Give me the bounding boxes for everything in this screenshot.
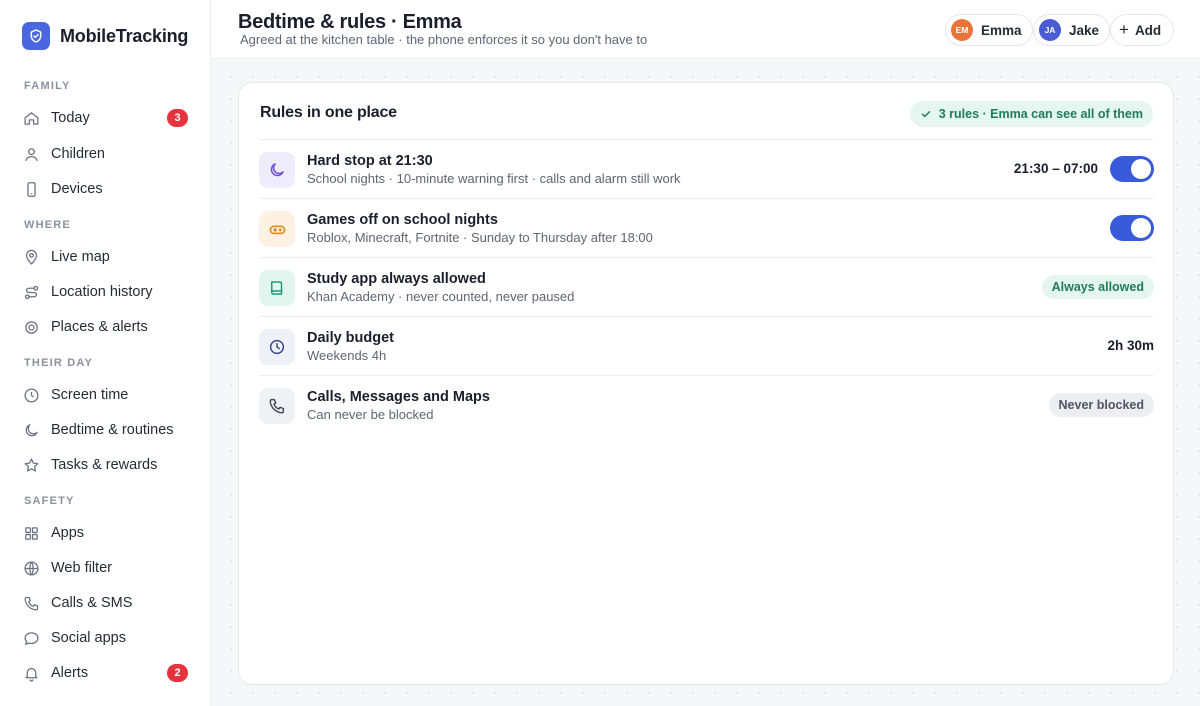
rule-budget-value: 2h 30m xyxy=(1107,338,1154,353)
sidebar-item-label: Live map xyxy=(51,249,110,265)
rule-title: Calls, Messages and Maps xyxy=(307,389,490,405)
nav-section-family: FAMILY xyxy=(24,80,71,92)
sidebar-item-today[interactable]: Today 3 xyxy=(22,103,192,133)
rules-card: Rules in one place 3 rules · Emma can se… xyxy=(238,82,1174,685)
sidebar-item-location-history[interactable]: Location history xyxy=(22,277,192,307)
target-icon xyxy=(22,318,40,336)
rule-row-games-off: Games off on school nights Roblox, Minec… xyxy=(259,198,1154,257)
sidebar: MobileTracking FAMILY Today 3 Children D… xyxy=(0,0,211,706)
sidebar-item-label: Places & alerts xyxy=(51,319,148,335)
rule-row-calls-messages-maps: Calls, Messages and Maps Can never be bl… xyxy=(259,375,1154,434)
status-badge: Never blocked xyxy=(1048,393,1154,417)
alerts-badge: 2 xyxy=(167,664,188,682)
sidebar-item-tasks-rewards[interactable]: Tasks & rewards xyxy=(22,450,192,480)
status-badge: Always allowed xyxy=(1041,275,1154,299)
sidebar-item-bedtime-routines[interactable]: Bedtime & routines xyxy=(22,415,192,445)
brand-name: MobileTracking xyxy=(60,25,189,46)
sidebar-item-label: Web filter xyxy=(51,560,112,576)
rule-description: Khan Academy · never counted, never paus… xyxy=(307,289,575,304)
rule-time-range: 21:30 – 07:00 xyxy=(1013,161,1098,176)
toggle-knob xyxy=(1131,218,1151,238)
summary-text: 3 rules · Emma can see all of them xyxy=(938,107,1143,121)
sidebar-item-label: Tasks & rewards xyxy=(51,457,158,473)
sidebar-item-label: Bedtime & routines xyxy=(51,422,174,438)
grid-icon xyxy=(22,524,40,542)
rule-row-daily-budget: Daily budget Weekends 4h 2h 30m xyxy=(259,316,1154,375)
sidebar-item-social-apps[interactable]: Social apps xyxy=(22,623,192,653)
top-bar: Bedtime & rules · Emma Agreed at the kit… xyxy=(211,0,1200,59)
rule-description: Weekends 4h xyxy=(307,348,387,363)
sidebar-item-label: Children xyxy=(51,146,105,162)
rule-row-study-app: Study app always allowed Khan Academy · … xyxy=(259,257,1154,316)
sidebar-item-label: Screen time xyxy=(51,387,129,403)
avatar: JA xyxy=(1039,19,1061,41)
plus-icon: + xyxy=(1119,20,1129,39)
sidebar-item-label: Alerts xyxy=(51,665,89,681)
child-chip-emma[interactable]: EM Emma xyxy=(945,14,1033,46)
rule-title: Hard stop at 21:30 xyxy=(307,153,433,169)
sidebar-item-alerts[interactable]: Alerts 2 xyxy=(22,658,192,688)
star-icon xyxy=(22,456,40,474)
rules-summary-badge: 3 rules · Emma can see all of them xyxy=(909,101,1153,127)
rule-title: Daily budget xyxy=(307,330,395,346)
toggle-knob xyxy=(1131,159,1151,179)
rule-description: Can never be blocked xyxy=(307,407,434,422)
sidebar-item-label: Today xyxy=(51,110,90,126)
page-title: Bedtime & rules · Emma xyxy=(238,11,462,33)
sidebar-item-children[interactable]: Children xyxy=(22,139,192,169)
sidebar-item-live-map[interactable]: Live map xyxy=(22,242,192,272)
rule-description: School nights · 10-minute warning first … xyxy=(307,171,681,186)
nav-section-their-day: THEIR DAY xyxy=(24,357,94,369)
avatar: EM xyxy=(951,19,973,41)
person-icon xyxy=(22,145,40,163)
rule-toggle[interactable] xyxy=(1110,156,1154,182)
phone-icon xyxy=(259,388,295,424)
sidebar-item-apps[interactable]: Apps xyxy=(22,518,192,548)
sidebar-item-label: Apps xyxy=(51,525,85,541)
brand[interactable]: MobileTracking xyxy=(22,22,188,50)
nav-section-where: WHERE xyxy=(24,219,71,231)
phone-call-icon xyxy=(22,594,40,612)
rule-title: Games off on school nights xyxy=(307,212,498,228)
today-badge: 3 xyxy=(167,109,188,127)
route-icon xyxy=(22,283,40,301)
sidebar-item-label: Social apps xyxy=(51,630,126,646)
sidebar-item-places-alerts[interactable]: Places & alerts xyxy=(22,312,192,342)
moon-icon xyxy=(259,152,295,188)
home-icon xyxy=(22,109,40,127)
map-pin-icon xyxy=(22,248,40,266)
shield-logo-icon xyxy=(22,22,50,50)
sidebar-item-label: Calls & SMS xyxy=(51,595,133,611)
moon-icon xyxy=(22,421,40,439)
rule-description: Roblox, Minecraft, Fortnite · Sunday to … xyxy=(307,230,653,245)
sidebar-item-screen-time[interactable]: Screen time xyxy=(22,380,192,410)
rule-title: Study app always allowed xyxy=(307,271,486,287)
page-subtitle: Agreed at the kitchen table · the phone … xyxy=(240,32,648,47)
child-chip-jake[interactable]: JA Jake xyxy=(1033,14,1111,46)
globe-icon xyxy=(22,559,40,577)
phone-icon xyxy=(22,180,40,198)
card-title: Rules in one place xyxy=(260,104,397,121)
clock-icon xyxy=(259,329,295,365)
sidebar-item-calls-sms[interactable]: Calls & SMS xyxy=(22,588,192,618)
rule-row-hard-stop: Hard stop at 21:30 School nights · 10-mi… xyxy=(259,139,1154,198)
rule-toggle[interactable] xyxy=(1110,215,1154,241)
check-icon xyxy=(921,111,930,118)
sidebar-item-label: Devices xyxy=(51,181,103,197)
sidebar-item-devices[interactable]: Devices xyxy=(22,174,192,204)
chat-bubble-icon xyxy=(22,629,40,647)
child-name: Jake xyxy=(1069,22,1100,38)
bell-icon xyxy=(22,664,40,682)
gamepad-icon xyxy=(259,211,295,247)
child-name: Emma xyxy=(981,22,1022,38)
clock-icon xyxy=(22,386,40,404)
sidebar-item-label: Location history xyxy=(51,284,153,300)
nav-section-safety: SAFETY xyxy=(24,495,75,507)
book-icon xyxy=(259,270,295,306)
sidebar-item-web-filter[interactable]: Web filter xyxy=(22,553,192,583)
add-child-button[interactable]: + Add xyxy=(1110,14,1175,46)
add-label: Add xyxy=(1134,22,1162,38)
